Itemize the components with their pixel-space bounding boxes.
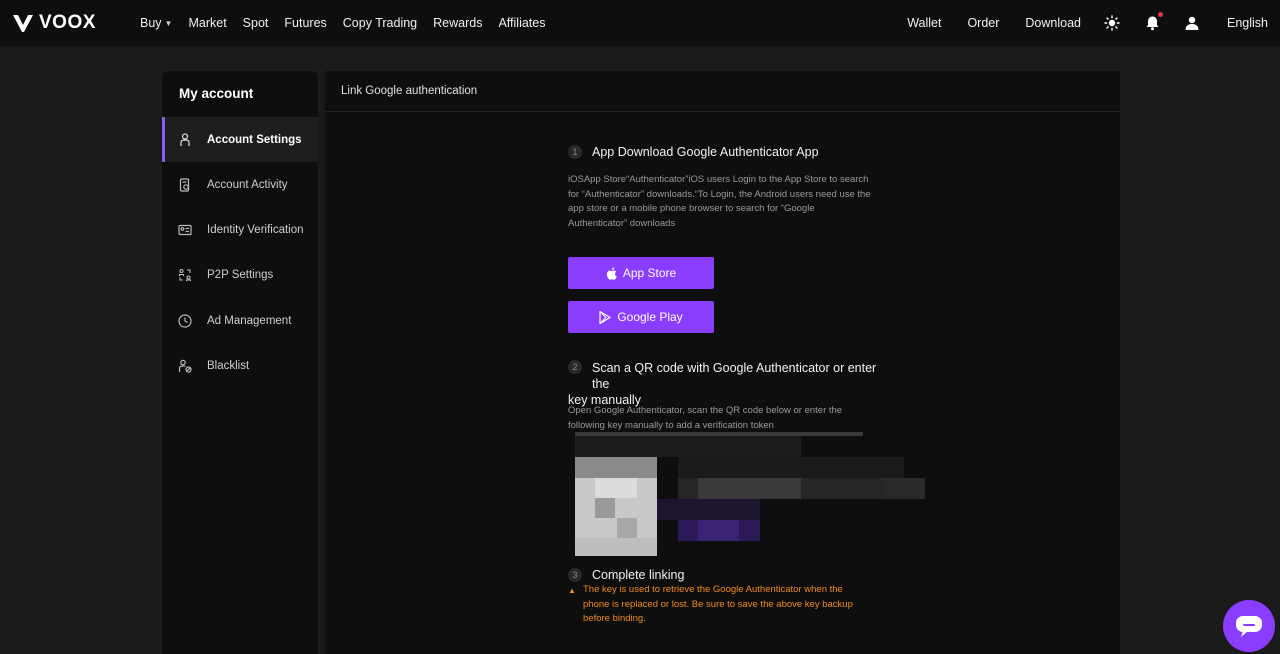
nav-buy-label: Buy [140, 16, 162, 30]
google-play-label: Google Play [617, 310, 683, 324]
nav-futures[interactable]: Futures [284, 16, 326, 30]
nav-market[interactable]: Market [188, 16, 226, 30]
step-1-title: App Download Google Authenticator App [592, 145, 819, 159]
step-1-description: iOSApp Store“Authenticator”iOS users Log… [568, 173, 888, 231]
desc-line: for “Authenticator” downloads.“To Login,… [568, 188, 871, 200]
notification-dot [1158, 12, 1163, 17]
language-selector[interactable]: English [1227, 16, 1268, 30]
sidebar-item-label: Identity Verification [207, 223, 304, 236]
qr-fragment [698, 520, 739, 541]
panel-header: Link Google authentication [325, 71, 1120, 112]
nav-spot[interactable]: Spot [243, 16, 269, 30]
sidebar-item-account-activity[interactable]: Account Activity [162, 162, 318, 207]
user-block-icon [178, 359, 192, 373]
sidebar-title: My account [179, 86, 254, 101]
sidebar-item-identity-verification[interactable]: Identity Verification [162, 207, 318, 252]
step-3-warning: The key is used to retrieve the Google A… [583, 583, 883, 627]
google-play-icon [599, 310, 611, 324]
qr-fragment [575, 436, 801, 457]
warning-icon: ▲ [568, 586, 576, 595]
warning-line: phone is replaced or lost. Be sure to sa… [583, 598, 853, 610]
sidebar-item-blacklist[interactable]: Blacklist [162, 343, 318, 388]
qr-code [575, 432, 925, 558]
sidebar-item-label: Account Activity [207, 178, 288, 191]
step-1-number: 1 [568, 145, 582, 159]
qr-fragment [698, 478, 801, 499]
nav-copy-trading[interactable]: Copy Trading [343, 16, 417, 30]
step-3-number: 3 [568, 568, 582, 582]
page-title: Link Google authentication [341, 85, 478, 97]
qr-fragment [657, 499, 760, 520]
warning-line: before binding. [583, 613, 646, 625]
app-store-label: App Store [622, 266, 677, 280]
google-auth-panel: Link Google authentication 1 App Downloa… [325, 71, 1120, 654]
sidebar-item-ad-management[interactable]: Ad Management [162, 298, 318, 343]
sidebar-item-account-settings[interactable]: Account Settings [162, 117, 318, 162]
qr-fragment [595, 498, 615, 518]
sun-icon[interactable] [1103, 14, 1121, 32]
nav-buy[interactable]: Buy ▼ [140, 16, 172, 30]
sidebar-item-label: Blacklist [207, 359, 250, 372]
step-3-title: Complete linking [592, 568, 685, 582]
qr-fragment [617, 518, 637, 538]
nav-download[interactable]: Download [1025, 16, 1081, 30]
qr-fragment [595, 478, 637, 498]
qr-fragment [575, 538, 657, 556]
account-sidebar: My account Account Settings Account Acti… [162, 71, 318, 654]
person-icon [178, 132, 192, 147]
apple-icon [606, 267, 617, 280]
activity-icon [178, 177, 192, 192]
top-navbar: VOOX Buy ▼ Market Spot Futures Copy Trad… [0, 0, 1280, 46]
sidebar-item-label: P2P Settings [207, 268, 274, 281]
bell-icon[interactable] [1143, 12, 1163, 32]
nav-right: Wallet Order Download English [881, 0, 1268, 46]
desc-line: Authenticator” downloads [568, 217, 676, 229]
chat-icon [1236, 616, 1262, 637]
voox-logo-icon [13, 14, 33, 32]
brand-logo[interactable]: VOOX [12, 12, 96, 34]
support-chat-button[interactable] [1223, 600, 1275, 652]
step-2-description: Open Google Authenticator, scan the QR c… [568, 404, 888, 433]
step-2-title: Scan a QR code with Google Authenticator… [568, 360, 888, 408]
sidebar-item-label: Account Settings [207, 133, 302, 146]
nav-rewards[interactable]: Rewards [433, 16, 482, 30]
sidebar-item-label: Ad Management [207, 314, 292, 327]
app-store-button[interactable]: App Store [568, 257, 714, 289]
clock-icon [178, 313, 192, 328]
step-2-title-line: Scan a QR code with Google Authenticator… [592, 361, 877, 391]
qr-fragment [678, 457, 904, 478]
user-icon[interactable] [1183, 14, 1201, 32]
desc-line: app store or a mobile phone browser to s… [568, 203, 815, 215]
qr-fragment [575, 457, 657, 478]
sidebar-item-p2p-settings[interactable]: P2P Settings [162, 252, 318, 297]
nav-affiliates[interactable]: Affiliates [498, 16, 545, 30]
p2p-icon [178, 268, 192, 282]
main-nav: Buy ▼ Market Spot Futures Copy Trading R… [140, 0, 545, 46]
desc-line: iOSApp Store“Authenticator”iOS users Log… [568, 174, 869, 185]
chevron-down-icon: ▼ [164, 18, 173, 28]
nav-order[interactable]: Order [967, 16, 999, 30]
desc-line: Open Google Authenticator, scan the QR c… [568, 405, 843, 416]
id-card-icon [178, 223, 192, 237]
qr-fragment [885, 478, 925, 499]
google-play-button[interactable]: Google Play [568, 301, 714, 333]
brand-name: VOOX [39, 12, 96, 33]
desc-line: following key manually to add a verifica… [568, 419, 774, 431]
warning-line: The key is used to retrieve the Google A… [583, 584, 843, 595]
nav-wallet[interactable]: Wallet [907, 16, 941, 30]
